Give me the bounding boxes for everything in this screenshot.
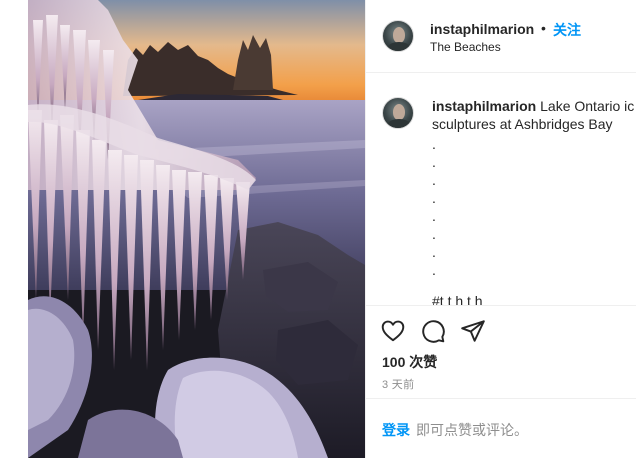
paper-plane-icon[interactable] — [460, 318, 486, 344]
caption-dots: . . . . . . . . — [432, 135, 436, 279]
post-header: instaphilmarion • 关注 The Beaches — [366, 0, 636, 73]
caption-hashtags-partial[interactable]: #t t h t h — [432, 293, 483, 305]
location-link[interactable]: The Beaches — [430, 40, 501, 54]
author-username[interactable]: instaphilmarion — [430, 21, 534, 37]
comment-icon[interactable] — [420, 318, 446, 344]
caption-dot: . — [432, 262, 436, 278]
caption-text: instaphilmarion Lake Ontario ic sculptur… — [432, 97, 636, 133]
caption-dot: . — [432, 190, 436, 206]
author-avatar[interactable] — [382, 20, 414, 52]
caption-line-1: Lake Ontario ic — [536, 98, 635, 114]
actions-section: 100 次赞 3 天前 — [366, 305, 636, 398]
caption-author-avatar[interactable] — [382, 97, 414, 129]
photo-illustration — [28, 0, 365, 458]
caption-dot: . — [432, 208, 436, 224]
caption-line-2: sculptures at Ashbridges Bay — [432, 116, 613, 132]
login-link[interactable]: 登录 — [382, 420, 410, 440]
caption-section: instaphilmarion Lake Ontario ic sculptur… — [366, 73, 636, 305]
post-side-panel: instaphilmarion • 关注 The Beaches instaph… — [365, 0, 636, 458]
post-timestamp[interactable]: 3 天前 — [382, 376, 414, 392]
caption-username[interactable]: instaphilmarion — [432, 98, 536, 114]
left-gutter — [0, 0, 28, 458]
likes-count[interactable]: 100 次赞 — [382, 352, 437, 372]
follow-button[interactable]: 关注 — [553, 20, 581, 40]
caption-dot: . — [432, 226, 436, 242]
login-hint-text: 即可点赞或评论。 — [416, 422, 528, 438]
caption-dot: . — [432, 244, 436, 260]
caption-dot: . — [432, 154, 436, 170]
caption-dot: . — [432, 136, 436, 152]
post-photo[interactable] — [28, 0, 365, 458]
caption-dot: . — [432, 172, 436, 188]
header-separator: • — [541, 20, 546, 36]
heart-icon[interactable] — [380, 318, 406, 344]
login-prompt: 登录 即可点赞或评论。 — [366, 398, 636, 459]
post-container: instaphilmarion • 关注 The Beaches instaph… — [0, 0, 636, 458]
